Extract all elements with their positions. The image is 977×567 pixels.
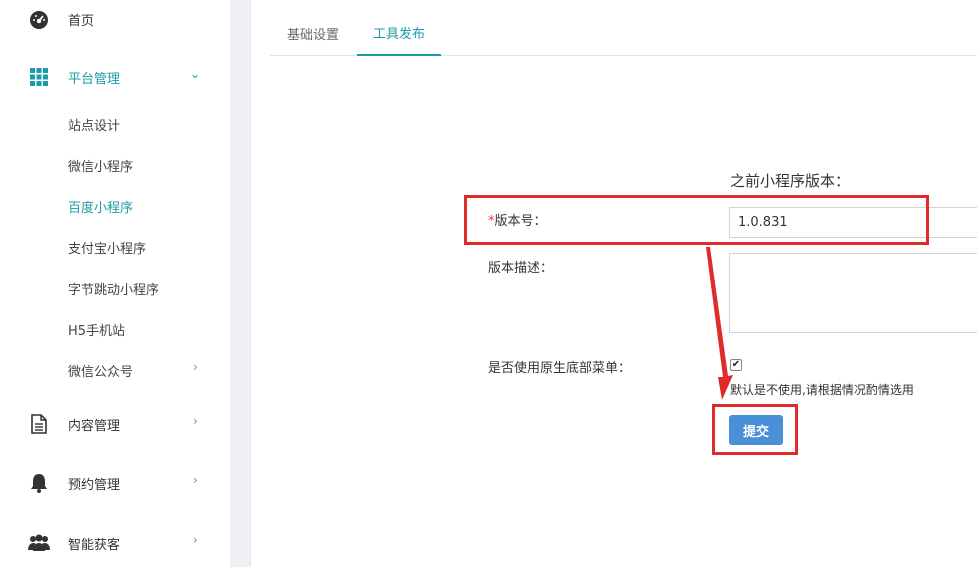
chevron-right-icon: › <box>193 414 198 428</box>
sidebar-subitem-wechat-miniprogram[interactable]: 微信小程序 <box>0 149 230 179</box>
tab-tool-publish[interactable]: 工具发布 <box>357 10 441 56</box>
bell-icon <box>28 472 50 494</box>
sidebar-subitem-wechat-official[interactable]: 微信公众号 › <box>0 354 230 384</box>
description-textarea[interactable] <box>729 253 977 333</box>
sidebar: 首页 平台管理 ⌄ 站点设计 微信小程序 百度小程序 支付宝小程序 字节跳动小程… <box>0 0 230 567</box>
annotation-highlight-submit <box>712 404 798 455</box>
sidebar-subitem-label: 站点设计 <box>68 119 121 134</box>
sidebar-subitem-label: 微信小程序 <box>68 160 134 175</box>
chevron-down-icon: ⌄ <box>190 67 201 81</box>
previous-version-label: 之前小程序版本： <box>730 172 851 190</box>
native-menu-hint: 默认是不使用,请根据情况酌情选用 <box>730 383 914 397</box>
sidebar-item-label: 平台管理 <box>68 72 121 87</box>
dashboard-icon <box>28 9 50 31</box>
sidebar-item-label: 内容管理 <box>68 419 121 434</box>
chevron-right-icon: › <box>193 360 198 374</box>
sidebar-item-label: 预约管理 <box>68 478 121 493</box>
sidebar-item-platform[interactable]: 平台管理 ⌄ <box>0 57 230 97</box>
chevron-right-icon: › <box>193 473 198 487</box>
chevron-right-icon: › <box>193 533 198 547</box>
sidebar-item-leads[interactable]: 智能获客 › <box>0 523 230 563</box>
tab-bar: 基础设置 工具发布 <box>270 10 977 56</box>
sidebar-subitem-site-design[interactable]: 站点设计 <box>0 108 230 138</box>
sidebar-item-label: 首页 <box>68 14 95 29</box>
sidebar-subitem-label: 微信公众号 <box>68 365 134 380</box>
sidebar-subitem-label: 百度小程序 <box>68 201 134 216</box>
grid-icon <box>28 66 50 88</box>
app-root: 首页 平台管理 ⌄ 站点设计 微信小程序 百度小程序 支付宝小程序 字节跳动小程… <box>0 0 977 567</box>
sidebar-subitem-alipay-miniprogram[interactable]: 支付宝小程序 <box>0 231 230 261</box>
sidebar-item-content[interactable]: 内容管理 › <box>0 404 230 444</box>
sidebar-subitem-label: 支付宝小程序 <box>68 242 147 257</box>
main-divider <box>250 0 251 567</box>
sidebar-subitem-baidu-miniprogram[interactable]: 百度小程序 <box>0 190 230 220</box>
tab-basic-settings[interactable]: 基础设置 <box>270 10 356 56</box>
annotation-highlight-version <box>464 195 929 245</box>
sidebar-item-home[interactable]: 首页 <box>0 0 230 40</box>
description-field-label: 版本描述： <box>488 261 554 276</box>
document-icon <box>28 413 50 435</box>
native-menu-label: 是否使用原生底部菜单： <box>488 361 632 376</box>
sidebar-subitem-bytedance-miniprogram[interactable]: 字节跳动小程序 <box>0 272 230 302</box>
sidebar-subitem-label: 字节跳动小程序 <box>68 283 160 298</box>
layout-gutter <box>230 0 250 567</box>
sidebar-item-booking[interactable]: 预约管理 › <box>0 463 230 503</box>
users-icon <box>28 532 50 554</box>
sidebar-item-label: 智能获客 <box>68 538 121 553</box>
sidebar-subitem-h5-site[interactable]: H5手机站 <box>0 313 230 343</box>
sidebar-subitem-label: H5手机站 <box>68 324 126 339</box>
annotation-arrow <box>706 247 733 400</box>
